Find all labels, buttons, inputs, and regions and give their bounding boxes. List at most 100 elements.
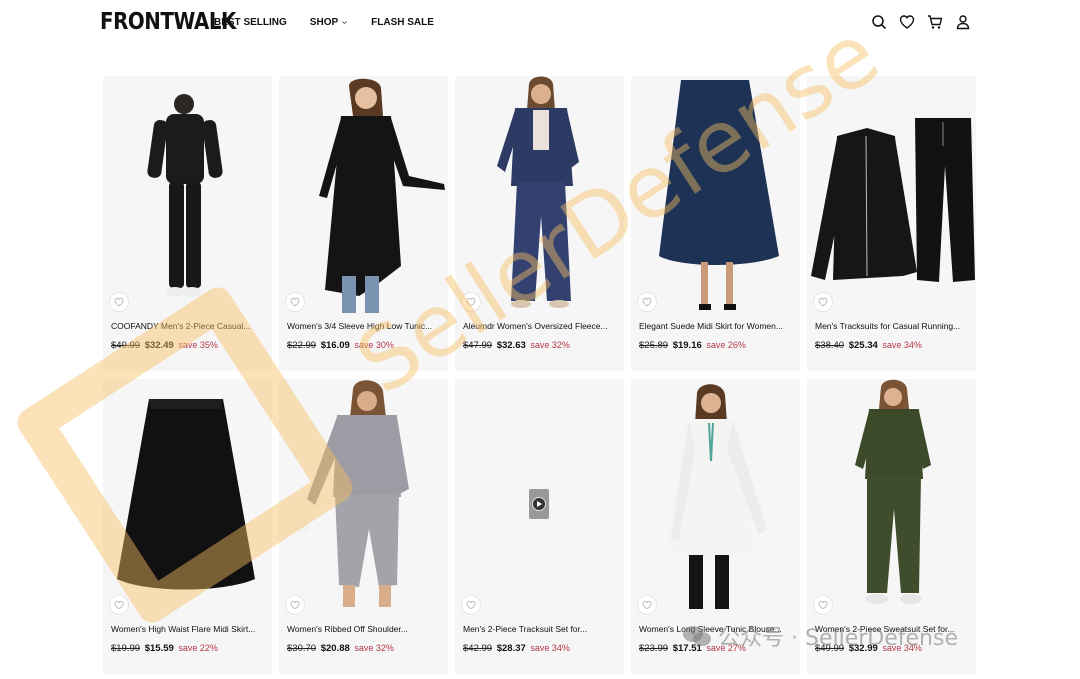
- original-price: $19.99: [111, 643, 141, 654]
- product-title[interactable]: Men's 2-Piece Tracksuit Set for...: [463, 624, 621, 634]
- wishlist-toggle[interactable]: [109, 595, 129, 615]
- discount-label: save 26%: [706, 340, 746, 350]
- heart-icon: [466, 600, 476, 610]
- nav-flash-sale[interactable]: FLASH SALE: [371, 17, 434, 28]
- product-photo: [855, 379, 931, 604]
- product-image[interactable]: [103, 379, 272, 616]
- product-title[interactable]: Women's 2-Piece Sweatsuit Set for...: [815, 624, 973, 634]
- sale-price: $32.99: [848, 643, 878, 654]
- main-nav: BEST SELLING SHOP FLASH SALE: [214, 17, 434, 28]
- wishlist-toggle[interactable]: [813, 292, 833, 312]
- product-price: $47.99 $32.63 save 32%: [463, 340, 570, 351]
- nav-best-selling[interactable]: BEST SELLING: [214, 17, 287, 28]
- discount-label: save 27%: [706, 643, 746, 653]
- product-card[interactable]: Aleumdr Women's Oversized Fleece... $47.…: [455, 76, 624, 371]
- product-price: $25.89 $19.16 save 26%: [639, 340, 746, 351]
- product-photo: [659, 80, 779, 310]
- play-icon: [532, 497, 546, 511]
- product-card[interactable]: Women's 3/4 Sleeve High Low Tunic... $22…: [279, 76, 448, 371]
- sale-price: $15.59: [144, 643, 174, 654]
- original-price: $49.99: [111, 340, 141, 351]
- heart-icon: [642, 600, 652, 610]
- chevron-down-icon: [342, 21, 348, 25]
- product-title[interactable]: Women's High Waist Flare Midi Skirt...: [111, 624, 269, 634]
- product-price: $42.99 $28.37 save 34%: [463, 643, 570, 654]
- product-image[interactable]: [807, 379, 976, 616]
- original-price: $22.99: [287, 340, 317, 351]
- product-title[interactable]: Women's Long Sleeve Tunic Blouse...: [639, 624, 797, 634]
- header-icons: [870, 13, 982, 31]
- product-title[interactable]: Women's Ribbed Off Shoulder...: [287, 624, 445, 634]
- discount-label: save 30%: [354, 340, 394, 350]
- product-card[interactable]: COOFANDY Men's 2-Piece Casual... $49.99 …: [103, 76, 272, 371]
- heart-icon: [642, 297, 652, 307]
- wishlist-toggle[interactable]: [461, 595, 481, 615]
- product-price: $23.99 $17.51 save 27%: [639, 643, 746, 654]
- wishlist-toggle[interactable]: [285, 292, 305, 312]
- original-price: $30.70: [287, 643, 317, 654]
- original-price: $38.40: [815, 340, 845, 351]
- product-card[interactable]: Men's Tracksuits for Casual Running... $…: [807, 76, 976, 371]
- site-header: FRONTWALK BEST SELLING SHOP FLASH SALE: [0, 0, 1080, 48]
- product-card[interactable]: Women's High Waist Flare Midi Skirt... $…: [103, 379, 272, 674]
- product-photo: [665, 384, 767, 609]
- sale-price: $19.16: [672, 340, 702, 351]
- video-thumbnail[interactable]: [529, 489, 549, 519]
- product-image[interactable]: [279, 379, 448, 616]
- product-card[interactable]: Women's 2-Piece Sweatsuit Set for... $49…: [807, 379, 976, 674]
- product-card[interactable]: Elegant Suede Midi Skirt for Women... $2…: [631, 76, 800, 371]
- discount-label: save 32%: [530, 340, 570, 350]
- product-image[interactable]: [455, 76, 624, 313]
- heart-icon: [114, 297, 124, 307]
- product-title[interactable]: Men's Tracksuits for Casual Running...: [815, 321, 973, 331]
- sale-price: $20.88: [320, 643, 350, 654]
- wishlist-button[interactable]: [898, 13, 916, 31]
- product-image[interactable]: [807, 76, 976, 313]
- product-image[interactable]: [279, 76, 448, 313]
- heart-icon: [466, 297, 476, 307]
- wishlist-toggle[interactable]: [637, 595, 657, 615]
- wishlist-toggle[interactable]: [461, 292, 481, 312]
- product-image[interactable]: [103, 76, 272, 313]
- nav-shop[interactable]: SHOP: [310, 17, 348, 28]
- product-title[interactable]: COOFANDY Men's 2-Piece Casual...: [111, 321, 269, 331]
- discount-label: save 35%: [178, 340, 218, 350]
- wishlist-toggle[interactable]: [285, 595, 305, 615]
- wishlist-toggle[interactable]: [109, 292, 129, 312]
- product-price: $49.99 $32.99 save 34%: [815, 643, 922, 654]
- sale-price: $25.34: [848, 340, 878, 351]
- product-photo: [319, 78, 445, 313]
- product-title[interactable]: Aleumdr Women's Oversized Fleece...: [463, 321, 621, 331]
- product-card[interactable]: Women's Ribbed Off Shoulder... $30.70 $2…: [279, 379, 448, 674]
- product-photo: [811, 118, 975, 282]
- search-button[interactable]: [870, 13, 888, 31]
- product-image[interactable]: [631, 76, 800, 313]
- sale-price: $32.63: [496, 340, 526, 351]
- discount-label: save 32%: [354, 643, 394, 653]
- product-image[interactable]: [631, 379, 800, 616]
- heart-icon: [290, 297, 300, 307]
- original-price: $23.99: [639, 643, 669, 654]
- original-price: $49.99: [815, 643, 845, 654]
- product-title[interactable]: Elegant Suede Midi Skirt for Women...: [639, 321, 797, 331]
- product-card[interactable]: Women's Long Sleeve Tunic Blouse... $23.…: [631, 379, 800, 674]
- heart-icon: [114, 600, 124, 610]
- heart-icon: [818, 600, 828, 610]
- original-price: $42.99: [463, 643, 493, 654]
- product-title[interactable]: Women's 3/4 Sleeve High Low Tunic...: [287, 321, 445, 331]
- nav-shop-label: SHOP: [309, 17, 339, 28]
- account-button[interactable]: [954, 13, 972, 31]
- original-price: $47.99: [463, 340, 493, 351]
- sale-price: $32.49: [144, 340, 174, 351]
- heart-icon: [290, 600, 300, 610]
- discount-label: save 22%: [178, 643, 218, 653]
- cart-button[interactable]: [926, 13, 944, 31]
- original-price: $25.89: [639, 340, 669, 351]
- product-price: $19.99 $15.59 save 22%: [111, 643, 218, 654]
- product-image[interactable]: [455, 379, 624, 616]
- product-price: $30.70 $20.88 save 32%: [287, 643, 394, 654]
- wishlist-toggle[interactable]: [637, 292, 657, 312]
- sale-price: $28.37: [496, 643, 526, 654]
- wishlist-toggle[interactable]: [813, 595, 833, 615]
- product-card[interactable]: Men's 2-Piece Tracksuit Set for... $42.9…: [455, 379, 624, 674]
